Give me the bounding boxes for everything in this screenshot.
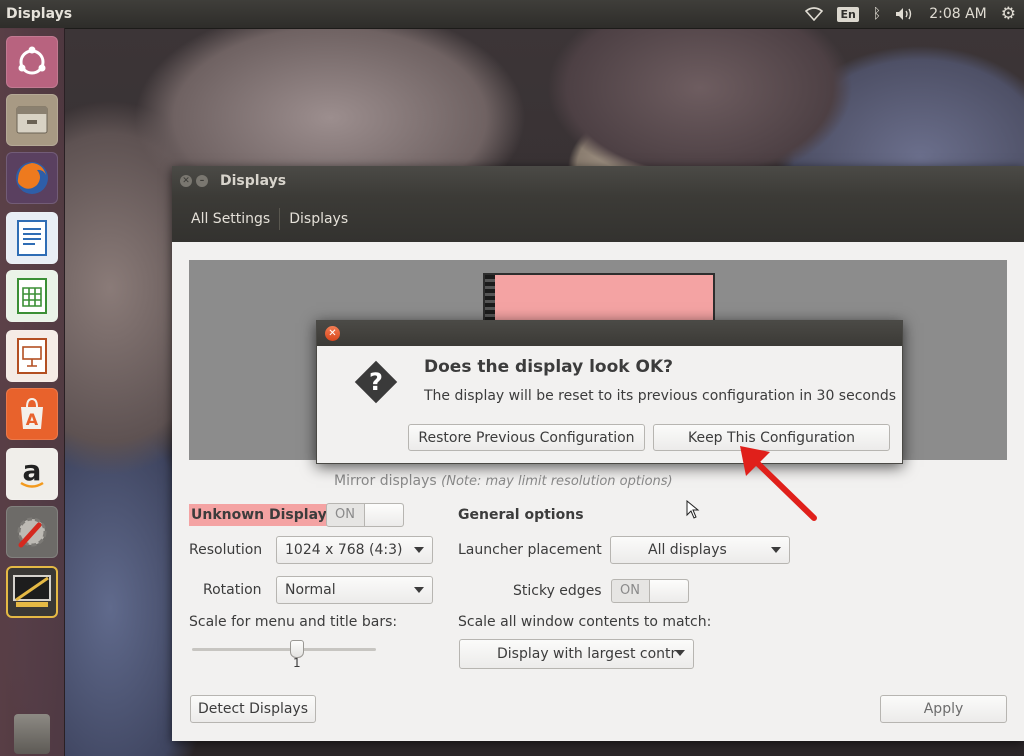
launcher-displays-icon[interactable]	[6, 566, 58, 618]
scale-contents-label: Scale all window contents to match:	[458, 614, 712, 630]
wifi-icon[interactable]	[805, 7, 824, 21]
dialog-titlebar: ✕	[317, 321, 902, 346]
sticky-edges-switch-knob	[649, 580, 688, 602]
keyboard-layout-indicator[interactable]: En	[837, 6, 859, 22]
mirror-displays-text: Mirror displays	[334, 473, 437, 489]
display-power-switch-knob	[364, 504, 403, 526]
monitor-preview-strip	[485, 275, 495, 325]
rotation-label: Rotation	[203, 582, 262, 598]
svg-text:A: A	[26, 410, 39, 429]
launcher: A a	[0, 28, 65, 756]
mirror-displays-label[interactable]: Mirror displays (Note: may limit resolut…	[334, 473, 673, 489]
window-minimize-button[interactable]: –	[196, 175, 208, 187]
volume-icon[interactable]	[895, 7, 915, 21]
chevron-down-icon	[771, 547, 781, 553]
detect-displays-button[interactable]: Detect Displays	[190, 695, 316, 723]
question-icon: ?	[351, 357, 399, 405]
dialog-close-button[interactable]: ✕	[325, 326, 340, 341]
scale-label: Scale for menu and title bars:	[189, 614, 398, 630]
display-power-switch-text: ON	[335, 507, 355, 522]
resolution-value: 1024 x 768 (4:3)	[285, 542, 403, 558]
rotation-combo[interactable]: Normal	[276, 576, 433, 604]
top-panel: Displays En ᛒ 2:08 AM ⚙	[0, 0, 1024, 29]
display-power-switch[interactable]: ON	[326, 503, 404, 527]
launcher-amazon-icon[interactable]: a	[6, 448, 58, 500]
svg-text:a: a	[23, 456, 42, 487]
mouse-cursor-icon	[686, 500, 700, 519]
launcher-software-center-icon[interactable]: A	[6, 388, 58, 440]
scale-contents-combo[interactable]: Display with largest contr	[459, 639, 694, 669]
monitor-preview[interactable]	[483, 273, 715, 327]
scale-contents-value: Display with largest contr	[497, 646, 677, 662]
launcher-calc-icon[interactable]	[6, 270, 58, 322]
sticky-edges-label: Sticky edges	[513, 583, 602, 599]
rotation-value: Normal	[285, 582, 336, 598]
indicator-area: En ᛒ 2:08 AM ⚙	[805, 4, 1024, 24]
window-titlebar: ✕ – Displays	[172, 166, 1024, 196]
launcher-writer-icon[interactable]	[6, 212, 58, 264]
restore-previous-configuration-button[interactable]: Restore Previous Configuration	[408, 424, 645, 451]
svg-text:?: ?	[369, 368, 383, 396]
window-close-button[interactable]: ✕	[180, 175, 192, 187]
launcher-ubuntu-dash-icon[interactable]	[6, 36, 58, 88]
resolution-combo[interactable]: 1024 x 768 (4:3)	[276, 536, 433, 564]
mirror-displays-note: (Note: may limit resolution options)	[441, 474, 673, 489]
clock[interactable]: 2:08 AM	[929, 6, 987, 22]
launcher-placement-label: Launcher placement	[458, 542, 602, 558]
breadcrumb-all-settings[interactable]: All Settings	[172, 211, 279, 227]
breadcrumb-displays[interactable]: Displays	[280, 211, 357, 227]
apply-button[interactable]: Apply	[880, 695, 1007, 723]
annotation-arrow-icon	[740, 446, 817, 521]
launcher-system-settings-icon[interactable]	[6, 506, 58, 558]
launcher-trash-icon[interactable]	[14, 714, 50, 754]
sticky-edges-switch[interactable]: ON	[611, 579, 689, 603]
launcher-placement-combo[interactable]: All displays	[610, 536, 790, 564]
general-options-heading: General options	[458, 507, 584, 523]
window-title: Displays	[220, 173, 287, 189]
launcher-impress-icon[interactable]	[6, 330, 58, 382]
resolution-label: Resolution	[189, 542, 263, 558]
chevron-down-icon	[414, 587, 424, 593]
chevron-down-icon	[675, 650, 685, 656]
sticky-edges-switch-text: ON	[620, 583, 640, 598]
launcher-firefox-icon[interactable]	[6, 152, 58, 204]
launcher-files-icon[interactable]	[6, 94, 58, 146]
launcher-placement-value: All displays	[648, 542, 727, 558]
display-name-label: Unknown Display	[189, 504, 329, 526]
dialog-message: The display will be reset to its previou…	[424, 388, 897, 404]
active-app-title: Displays	[6, 6, 73, 22]
bluetooth-icon[interactable]: ᛒ	[873, 6, 881, 22]
dialog-heading: Does the display look OK?	[424, 357, 673, 377]
gear-icon[interactable]: ⚙	[1001, 4, 1016, 24]
window-toolbar: All Settings Displays	[172, 196, 1024, 242]
chevron-down-icon	[414, 547, 424, 553]
scale-slider-track[interactable]	[192, 648, 376, 651]
scale-value: 1	[293, 656, 301, 670]
